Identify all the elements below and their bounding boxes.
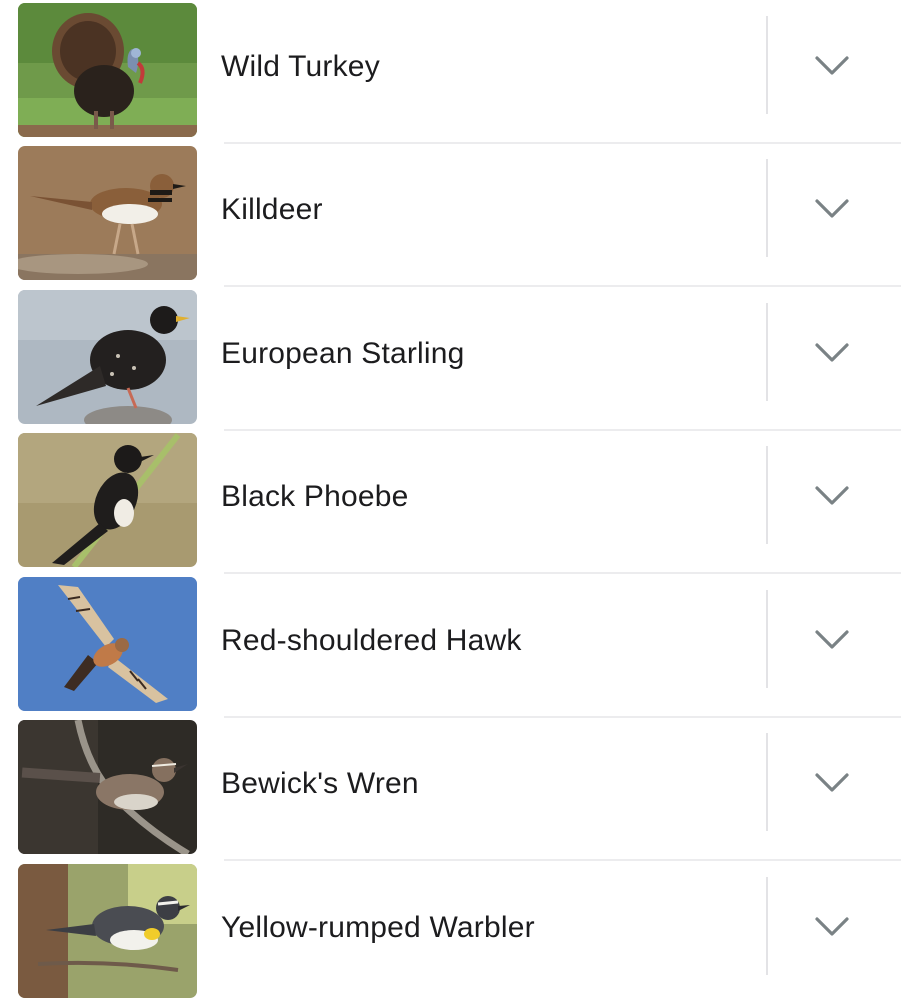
- chevron-down-icon: [815, 917, 849, 936]
- list-item[interactable]: Black Phoebe: [0, 430, 901, 574]
- killdeer-illustration: [18, 146, 197, 280]
- killdeer-photo[interactable]: [18, 146, 197, 280]
- european-starling-photo[interactable]: [18, 290, 197, 424]
- european-starling-illustration: [18, 290, 197, 424]
- row-divider: [766, 590, 768, 688]
- row-divider: [766, 159, 768, 257]
- chevron-down-icon: [815, 56, 849, 75]
- chevron-down-icon: [815, 343, 849, 362]
- row-divider: [766, 303, 768, 401]
- list-item[interactable]: Yellow-rumped Warbler: [0, 861, 901, 1004]
- bird-name: Wild Turkey: [221, 50, 380, 83]
- bird-name: Bewick's Wren: [221, 767, 419, 800]
- yellow-rumped-warbler-photo[interactable]: [18, 864, 197, 998]
- list-item[interactable]: European Starling: [0, 287, 901, 431]
- bird-species-list: Wild Turkey Killdeer European Starling B…: [0, 0, 901, 1000]
- bird-name: Red-shouldered Hawk: [221, 624, 522, 657]
- bird-name: Black Phoebe: [221, 480, 409, 513]
- list-item[interactable]: Red-shouldered Hawk: [0, 574, 901, 718]
- black-phoebe-illustration: [18, 433, 197, 567]
- bird-name: Yellow-rumped Warbler: [221, 911, 535, 944]
- expand-button[interactable]: [796, 317, 868, 389]
- chevron-down-icon: [815, 630, 849, 649]
- chevron-down-icon: [815, 199, 849, 218]
- list-item[interactable]: Killdeer: [0, 143, 901, 287]
- wild-turkey-illustration: [18, 3, 197, 137]
- black-phoebe-photo[interactable]: [18, 433, 197, 567]
- expand-button[interactable]: [796, 891, 868, 963]
- list-item[interactable]: Bewick's Wren: [0, 717, 901, 861]
- bewicks-wren-illustration: [18, 720, 197, 854]
- row-divider: [766, 16, 768, 114]
- expand-button[interactable]: [796, 460, 868, 532]
- chevron-down-icon: [815, 486, 849, 505]
- row-divider: [766, 446, 768, 544]
- expand-button[interactable]: [796, 30, 868, 102]
- row-divider: [766, 733, 768, 831]
- row-divider: [766, 877, 768, 975]
- wild-turkey-photo[interactable]: [18, 3, 197, 137]
- yellow-rumped-warbler-illustration: [18, 864, 197, 998]
- expand-button[interactable]: [796, 604, 868, 676]
- bird-name: European Starling: [221, 337, 465, 370]
- expand-button[interactable]: [796, 173, 868, 245]
- chevron-down-icon: [815, 773, 849, 792]
- bewicks-wren-photo[interactable]: [18, 720, 197, 854]
- bird-name: Killdeer: [221, 193, 323, 226]
- red-shouldered-hawk-photo[interactable]: [18, 577, 197, 711]
- list-item[interactable]: Wild Turkey: [0, 0, 901, 144]
- red-shouldered-hawk-illustration: [18, 577, 197, 711]
- expand-button[interactable]: [796, 747, 868, 819]
